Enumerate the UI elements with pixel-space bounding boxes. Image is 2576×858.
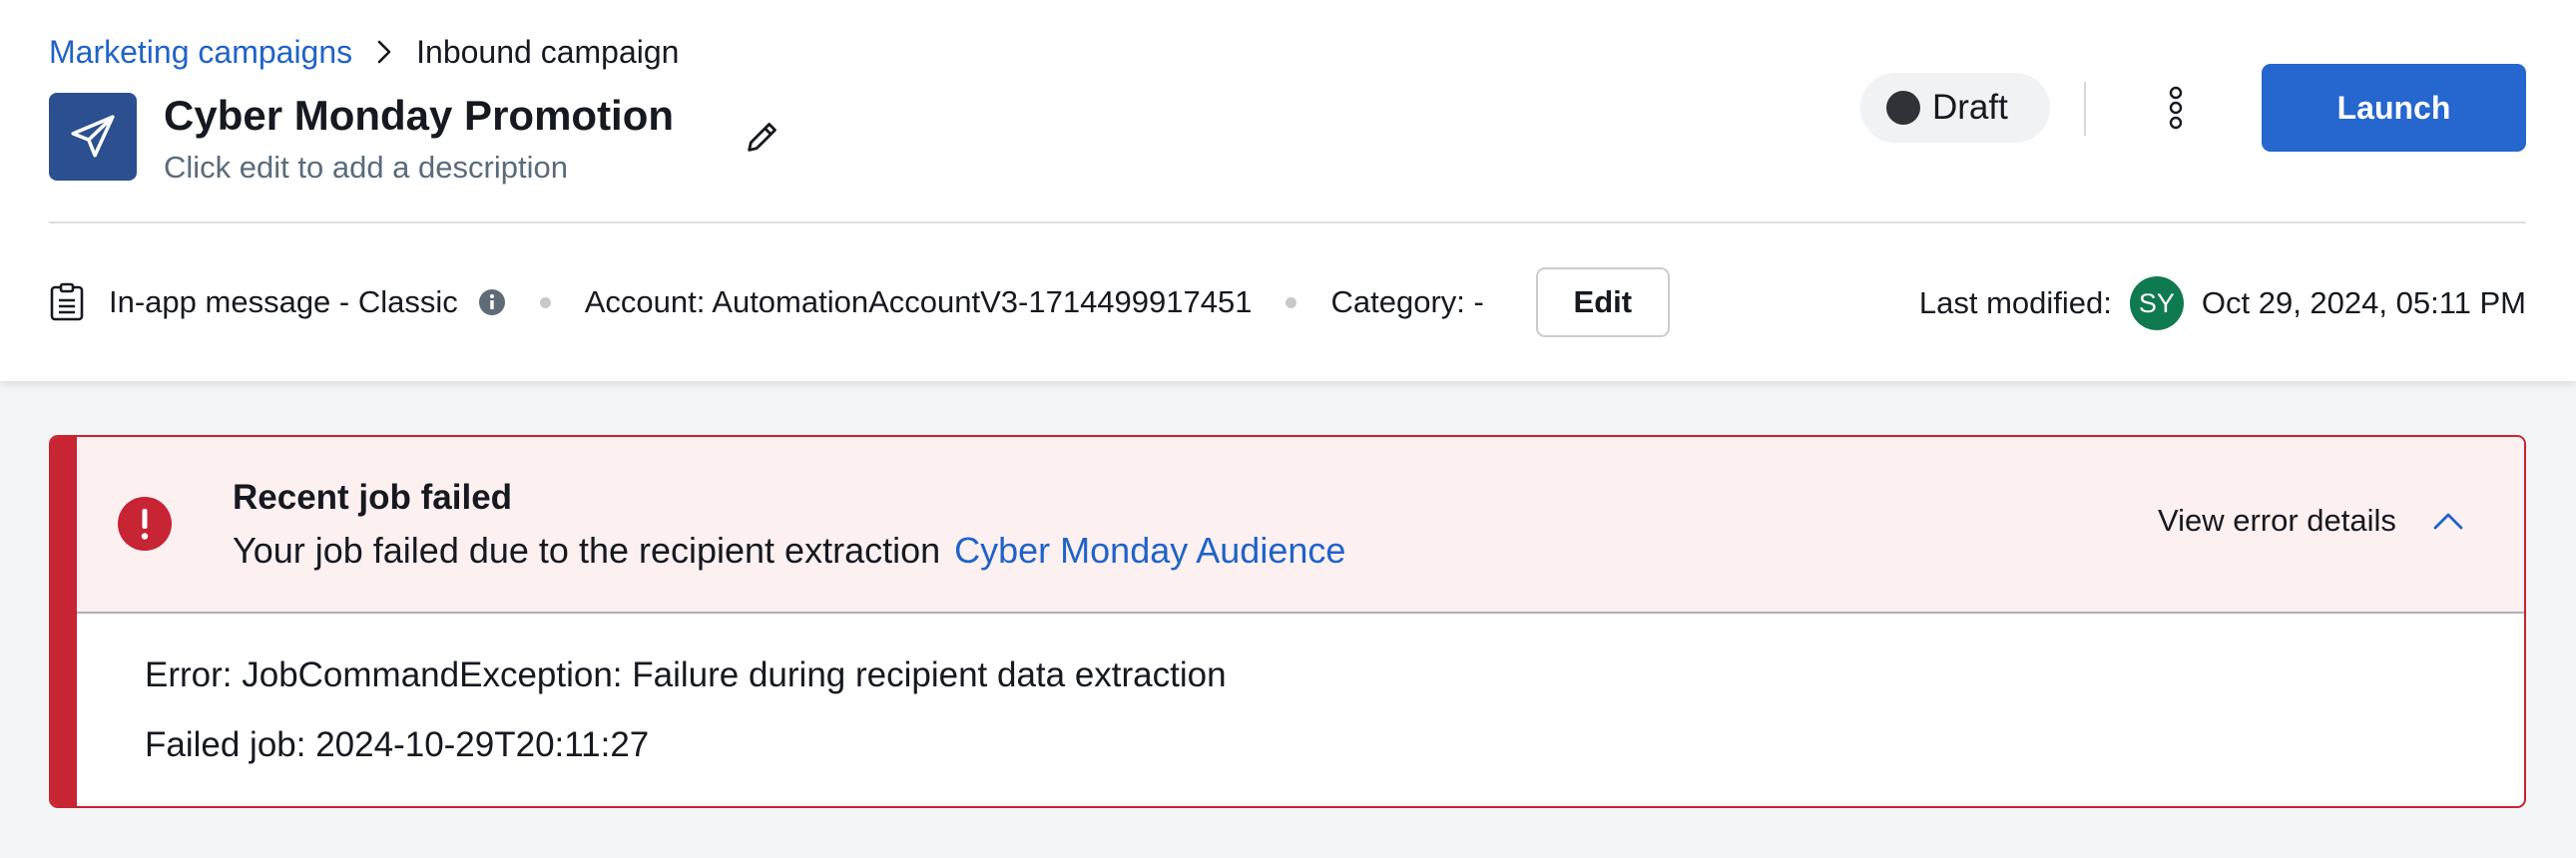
breadcrumb-link-marketing-campaigns[interactable]: Marketing campaigns xyxy=(49,30,352,74)
message-type: In-app message - Classic xyxy=(109,284,458,319)
launch-button[interactable]: Launch xyxy=(2262,64,2526,152)
pencil-icon xyxy=(748,123,776,152)
chevron-right-icon xyxy=(376,39,392,65)
audience-link[interactable]: Cyber Monday Audience xyxy=(954,527,1345,575)
campaign-header: Marketing campaigns Inbound campaign Cyb… xyxy=(0,0,2576,381)
status-label: Draft xyxy=(1932,88,2008,127)
chevron-up-icon xyxy=(2432,511,2464,531)
avatar: SY xyxy=(2129,276,2184,330)
status-badge: Draft xyxy=(1860,73,2050,143)
failed-job-detail: Failed job: 2024-10-29T20:11:27 xyxy=(145,725,650,764)
category: Category: - xyxy=(1330,284,1484,319)
edit-title-button[interactable] xyxy=(739,113,786,161)
header-separator xyxy=(49,221,2526,223)
campaign-meta-row: In-app message - Classic Account: Automa… xyxy=(49,267,1670,337)
last-modified-label: Last modified: xyxy=(1918,285,2112,320)
alert-title: Recent job failed xyxy=(233,478,513,517)
alert-message: Your job failed due to the recipient ext… xyxy=(233,527,1345,575)
info-icon[interactable] xyxy=(478,288,506,316)
kebab-menu-icon xyxy=(2169,86,2183,130)
alert-accent-bar xyxy=(51,437,77,806)
meta-separator xyxy=(539,296,551,308)
last-modified: Last modified: SY Oct 29, 2024, 05:11 PM xyxy=(1919,275,2526,331)
campaign-description: Click edit to add a description xyxy=(164,150,568,185)
meta-separator xyxy=(1286,296,1297,308)
status-dot-icon xyxy=(1886,91,1920,125)
error-detail: Error: JobCommandException: Failure duri… xyxy=(145,655,1227,694)
view-error-details-label: View error details xyxy=(2158,503,2396,538)
account-name: Account: AutomationAccountV3-17144999174… xyxy=(584,284,1253,319)
breadcrumb: Marketing campaigns Inbound campaign xyxy=(49,30,679,74)
edit-meta-button[interactable]: Edit xyxy=(1535,267,1670,337)
breadcrumb-current: Inbound campaign xyxy=(416,34,680,70)
paper-plane-icon xyxy=(49,93,137,181)
error-icon xyxy=(117,496,173,557)
more-options-button[interactable] xyxy=(2148,78,2204,138)
message-template-icon xyxy=(49,282,89,322)
header-divider xyxy=(2084,82,2086,136)
alert-message-text: Your job failed due to the recipient ext… xyxy=(233,530,941,571)
page-title: Cyber Monday Promotion xyxy=(164,92,675,139)
view-error-details-toggle[interactable]: View error details xyxy=(2158,503,2464,539)
last-modified-date: Oct 29, 2024, 05:11 PM xyxy=(2201,285,2526,320)
